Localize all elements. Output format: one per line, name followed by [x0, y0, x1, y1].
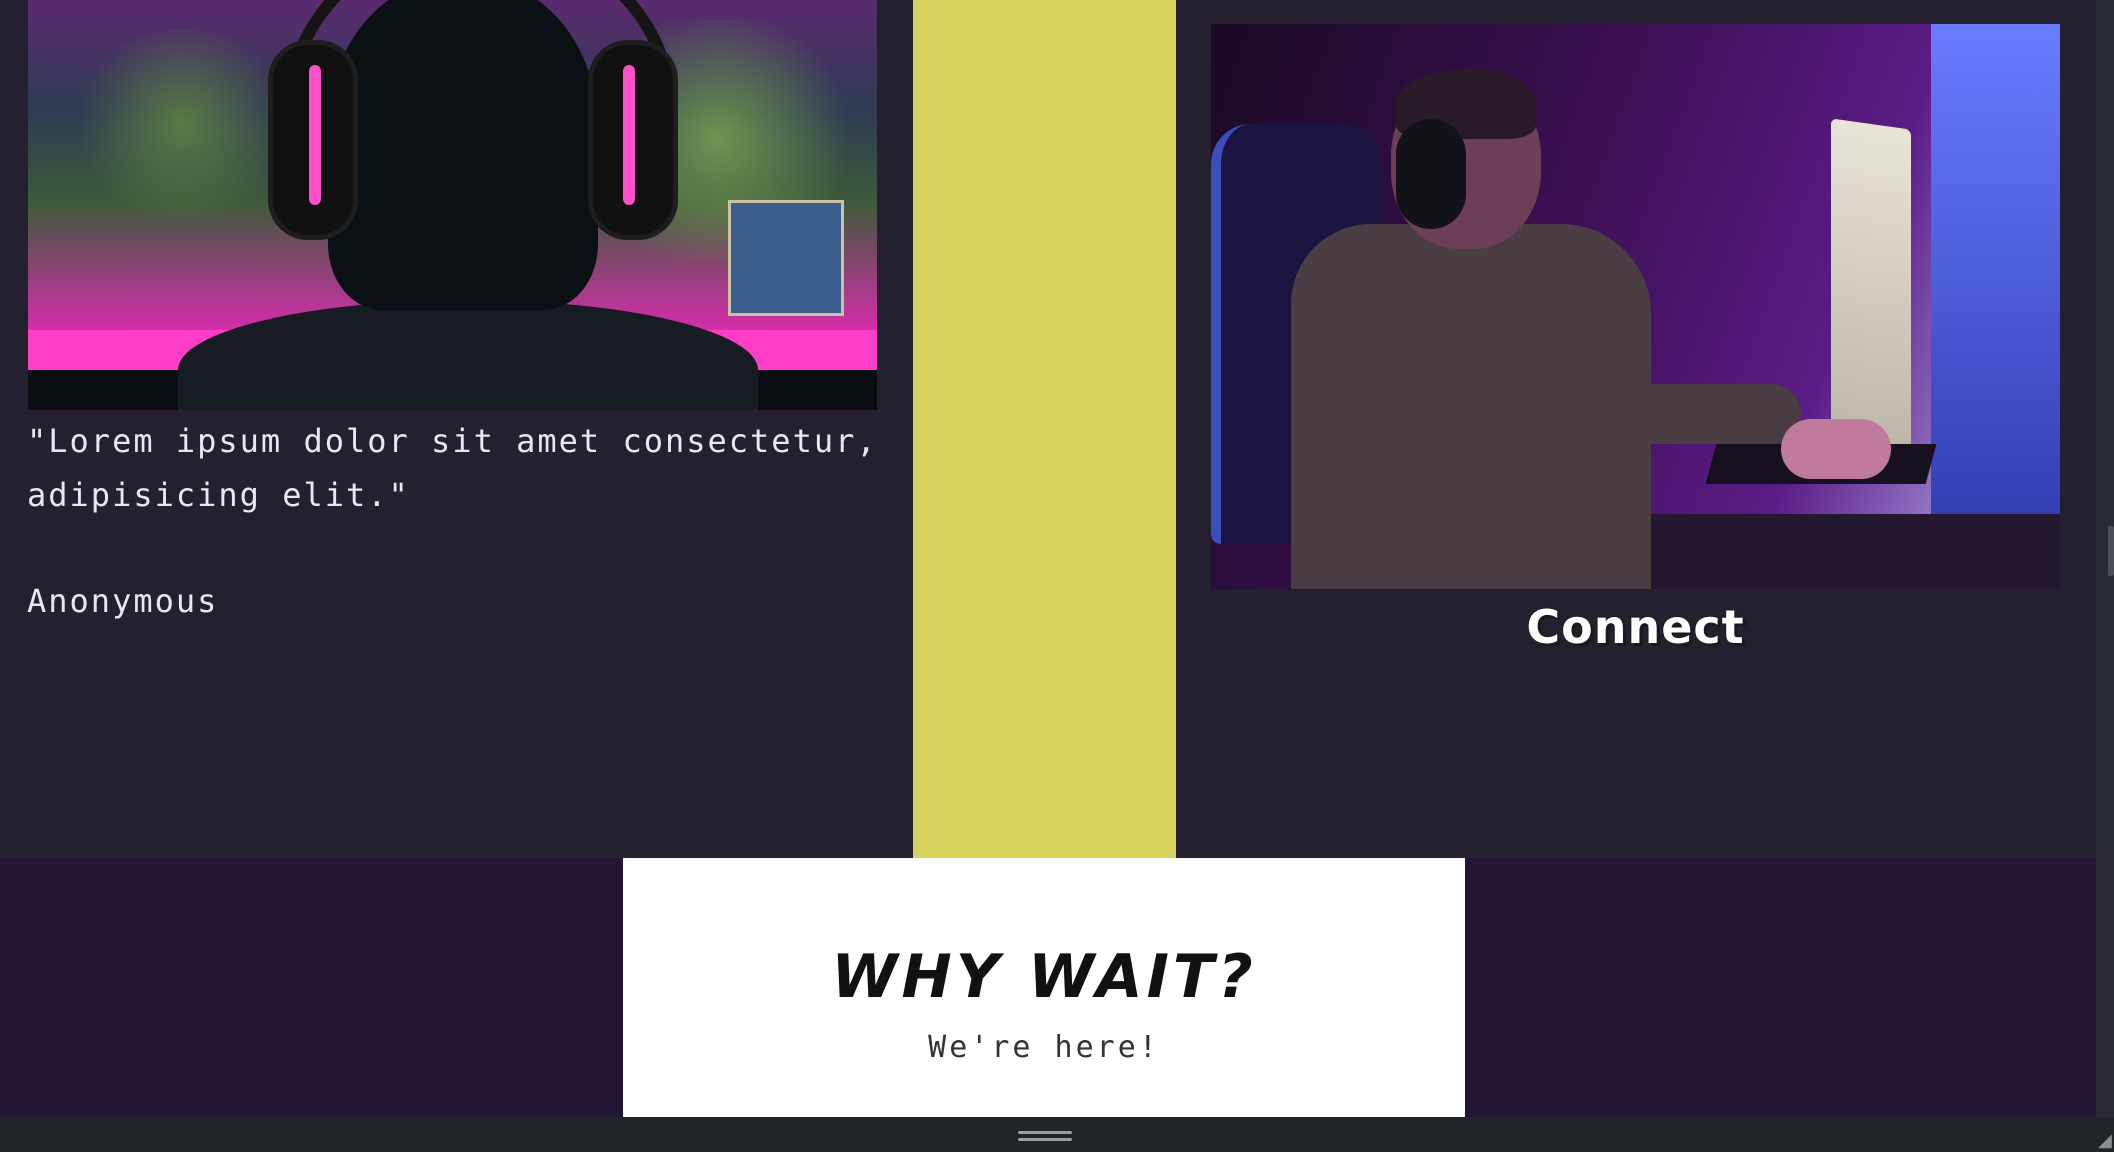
- feature-title: Connect: [1526, 600, 1745, 654]
- headphone-left-cup: [268, 40, 358, 240]
- scrollbar-thumb[interactable]: [2108, 526, 2114, 576]
- cta-card: WHY WAIT? We're here!: [623, 858, 1465, 1117]
- drag-handle-icon[interactable]: [1018, 1131, 1072, 1143]
- desk-monitor: [1831, 118, 1911, 460]
- cta-title: WHY WAIT?: [831, 942, 1257, 1012]
- testimonial-author: Anonymous: [27, 582, 219, 620]
- resize-corner-icon[interactable]: ◢: [2098, 1130, 2112, 1151]
- game-minimap: [728, 200, 844, 316]
- headset: [1396, 119, 1466, 229]
- headphone-right-cup: [588, 40, 678, 240]
- cta-subtitle: We're here!: [928, 1030, 1160, 1065]
- testimonial-quote: "Lorem ipsum dolor sit amet consectetur,…: [27, 422, 878, 514]
- gamer-at-desk-photo: [1211, 24, 2060, 589]
- gamer-headphones-photo: [28, 0, 877, 410]
- accent-stripe: [913, 0, 1176, 858]
